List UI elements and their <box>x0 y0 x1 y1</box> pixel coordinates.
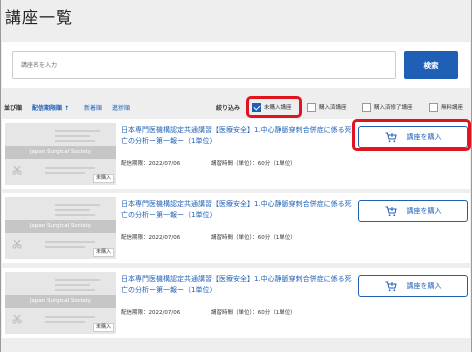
course-duration: 講習時間（単位）：60分（1単位） <box>211 161 296 167</box>
course-card: Japan Surgical Society 未購入 日本専門医機構認定共通講習… <box>2 268 470 338</box>
sort-filter-bar: 並び順 配信期限順 ↑ 新着順 進捗順 絞り込み 未購入講座 購入済講座 購入済… <box>1 101 471 115</box>
thumb-line <box>55 209 90 211</box>
thumb-line <box>55 284 90 286</box>
filter-checkbox[interactable] <box>362 102 371 112</box>
thumb-line <box>45 321 85 323</box>
course-title[interactable]: 日本専門医機構認定共通講習【医療安全】1.中心静脈穿刺合併症に係る死亡の分析ー第… <box>121 274 357 296</box>
thumb-line <box>55 135 90 137</box>
thumb-line <box>45 241 95 243</box>
filter-option-label: 購入済修了講座 <box>374 105 413 111</box>
course-deadline: 配信期限：2022/07/06 <box>121 235 181 241</box>
filter-free[interactable]: 無料講座 <box>429 101 463 113</box>
course-thumbnail: Japan Surgical Society 未購入 <box>5 197 116 259</box>
course-deadline: 配信期限：2022/07/06 <box>121 310 181 316</box>
thumb-line <box>55 279 100 281</box>
course-title[interactable]: 日本専門医機構認定共通講習【医療安全】1.中心静脈穿刺合併症に係る死亡の分析ー第… <box>121 199 357 221</box>
filter-checkbox[interactable] <box>307 102 316 112</box>
filter-purchased-completed[interactable]: 購入済修了講座 <box>362 101 413 113</box>
thumb-line <box>55 130 100 132</box>
thumb-band: Japan Surgical Society <box>5 295 116 308</box>
scissors-icon <box>12 165 22 175</box>
buy-button-label: 講座を購入 <box>406 207 442 215</box>
page-title: 講座一覧 <box>5 8 74 27</box>
course-thumbnail: Japan Surgical Society 未購入 <box>5 123 116 185</box>
thumb-line <box>55 214 95 216</box>
search-button[interactable]: 検索 <box>404 51 458 79</box>
sort-option-newest[interactable]: 新着順 <box>84 103 102 112</box>
thumb-line <box>55 204 100 206</box>
thumb-line <box>55 140 95 142</box>
scissors-icon <box>12 239 22 249</box>
highlight-buy-box <box>352 119 471 151</box>
buy-course-button[interactable]: 講座を購入 <box>358 200 468 222</box>
highlight-filter-box <box>246 96 302 118</box>
course-duration: 講習時間（単位）：60分（1単位） <box>211 235 296 241</box>
course-card: Japan Surgical Society 未購入 日本専門医機構認定共通講習… <box>2 193 470 263</box>
thumb-band: Japan Surgical Society <box>5 220 116 233</box>
filter-checkbox[interactable] <box>429 102 438 112</box>
sort-option-deadline[interactable]: 配信期限順 ↑ <box>32 103 69 112</box>
filter-option-label: 無料講座 <box>441 105 464 111</box>
filter-purchased[interactable]: 購入済講座 <box>307 101 347 113</box>
thumb-line <box>45 246 85 248</box>
thumb-line <box>45 172 85 174</box>
status-badge: 未購入 <box>92 323 114 332</box>
thumb-line <box>55 289 95 291</box>
cart-icon <box>385 206 397 216</box>
status-badge: 未購入 <box>92 174 114 183</box>
thumb-line <box>45 167 95 169</box>
course-title[interactable]: 日本専門医機構認定共通講習【医療安全】1.中心静脈穿刺合併症に係る死亡の分析ー第… <box>121 125 357 147</box>
sort-option-progress[interactable]: 進捗順 <box>112 103 130 112</box>
search-panel: 検索 <box>2 42 470 88</box>
search-input[interactable] <box>12 51 396 79</box>
status-badge: 未購入 <box>92 248 114 257</box>
scissors-icon <box>12 314 22 324</box>
course-thumbnail: Japan Surgical Society 未購入 <box>5 272 116 334</box>
course-deadline: 配信期限：2022/07/06 <box>121 161 181 167</box>
thumb-band: Japan Surgical Society <box>5 146 116 159</box>
filter-label: 絞り込み <box>216 105 241 112</box>
buy-button-label: 講座を購入 <box>406 282 442 290</box>
filter-option-label: 購入済講座 <box>319 105 347 111</box>
course-duration: 講習時間（単位）：60分（1単位） <box>211 310 296 316</box>
buy-course-button[interactable]: 講座を購入 <box>358 275 468 297</box>
sort-label: 並び順 <box>4 105 23 112</box>
cart-icon <box>385 281 397 291</box>
thumb-line <box>45 316 95 318</box>
